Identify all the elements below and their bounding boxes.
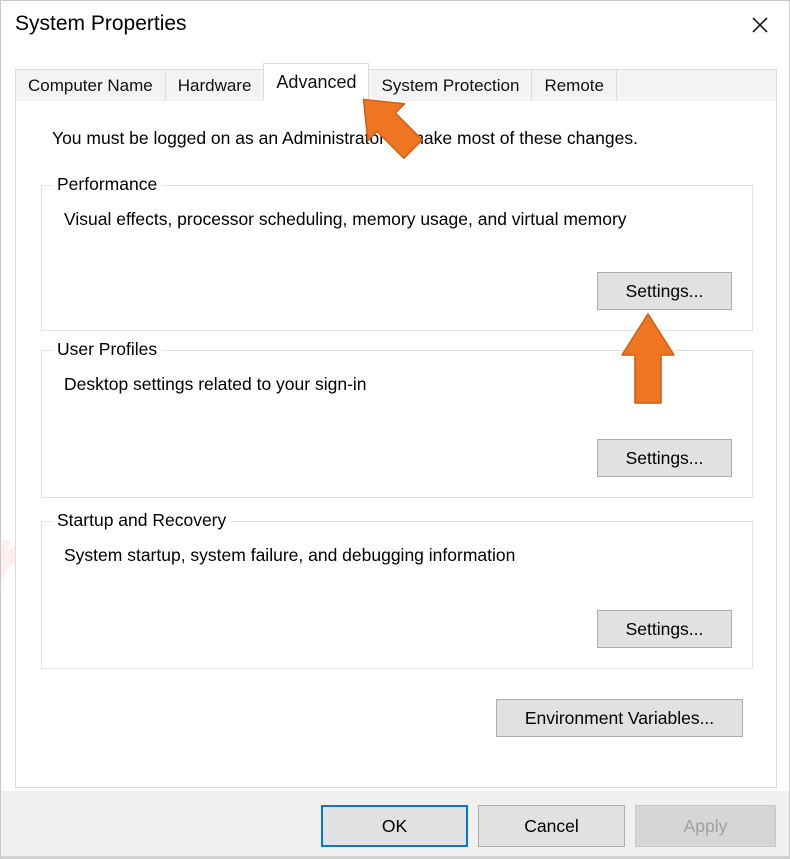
footer-divider [1, 856, 789, 858]
advanced-tab-panel: You must be logged on as an Administrato… [15, 100, 777, 788]
administrator-note: You must be logged on as an Administrato… [52, 128, 638, 148]
tab-label: System Protection [381, 75, 520, 95]
tab-computer-name[interactable]: Computer Name [15, 69, 166, 101]
tab-label: Remote [544, 75, 604, 95]
button-label: Settings... [625, 618, 704, 639]
user-profiles-description: Desktop settings related to your sign-in [64, 374, 367, 394]
performance-description: Visual effects, processor scheduling, me… [64, 209, 627, 229]
button-label: Environment Variables... [524, 707, 715, 728]
button-label: Cancel [524, 815, 579, 836]
cancel-button[interactable]: Cancel [478, 805, 625, 847]
user-profiles-group: User Profiles Desktop settings related t… [41, 339, 753, 498]
button-label: Apply [683, 815, 728, 836]
tab-system-protection[interactable]: System Protection [368, 69, 533, 101]
tab-label: Computer Name [28, 75, 153, 95]
tab-label: Hardware [177, 75, 252, 95]
user-profiles-settings-button[interactable]: Settings... [597, 439, 732, 477]
startup-recovery-group-legend: Startup and Recovery [52, 510, 232, 531]
title-bar: System Properties [1, 1, 789, 51]
user-profiles-group-legend: User Profiles [52, 339, 163, 360]
tab-remote[interactable]: Remote [531, 69, 617, 101]
startup-recovery-group: Startup and Recovery System startup, sys… [41, 510, 753, 669]
tab-hardware[interactable]: Hardware [164, 69, 265, 101]
apply-button: Apply [635, 805, 776, 847]
startup-recovery-description: System startup, system failure, and debu… [64, 545, 516, 565]
button-label: Settings... [625, 280, 704, 301]
dialog-footer: OK Cancel Apply [1, 791, 789, 858]
performance-group: Performance Visual effects, processor sc… [41, 174, 753, 331]
performance-settings-button[interactable]: Settings... [597, 272, 732, 310]
button-label: OK [381, 815, 408, 836]
close-button[interactable] [731, 1, 789, 49]
tab-strip: Computer Name Hardware Advanced System P… [15, 63, 777, 101]
tab-label: Advanced [276, 71, 357, 92]
startup-recovery-settings-button[interactable]: Settings... [597, 610, 732, 648]
system-properties-window: PC risk.com System Properties Computer N… [0, 0, 790, 859]
environment-variables-button[interactable]: Environment Variables... [496, 699, 743, 737]
ok-button[interactable]: OK [321, 805, 468, 847]
tab-advanced[interactable]: Advanced [263, 63, 370, 101]
tab-strip-filler [615, 69, 777, 101]
performance-group-legend: Performance [52, 174, 163, 195]
close-icon [750, 15, 770, 35]
button-label: Settings... [625, 447, 704, 468]
window-title: System Properties [15, 12, 187, 35]
